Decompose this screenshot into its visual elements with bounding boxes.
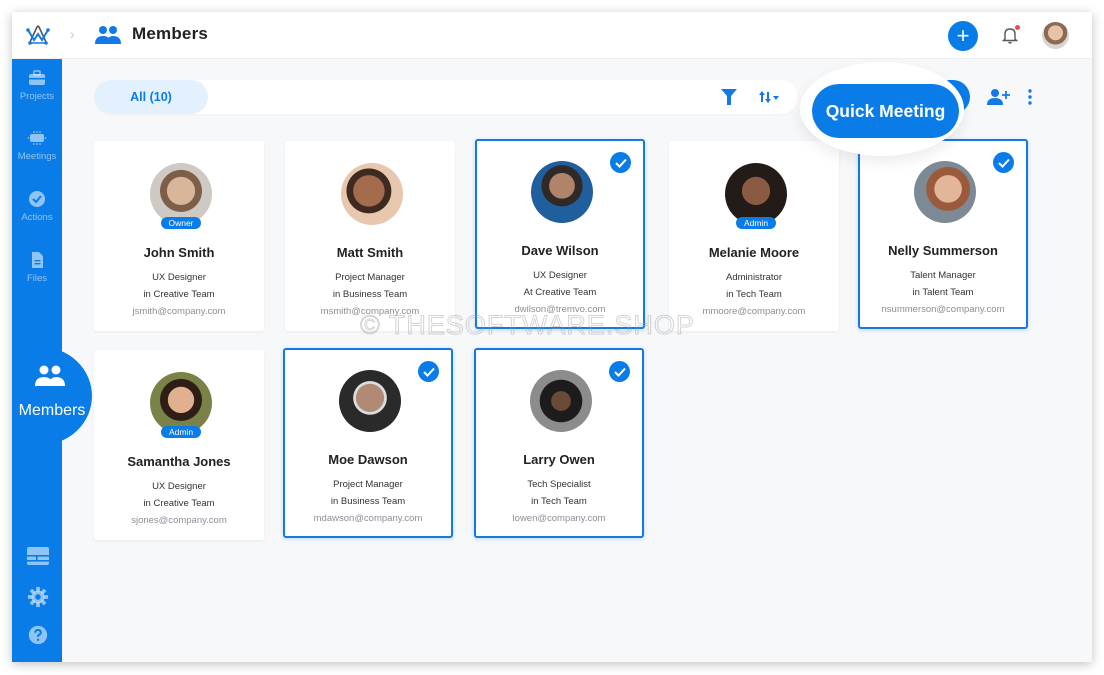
member-card[interactable]: Nelly Summerson Talent Manager in Talent T… (858, 139, 1028, 329)
check-circle-icon (29, 191, 45, 207)
member-card[interactable]: Dave Wilson UX Designer At Creative Team dw… (475, 139, 645, 329)
sidebar-label: Meetings (17, 151, 57, 162)
app-window: › Members + Projects Meetings Actions Fi… (12, 12, 1092, 662)
member-role: UX Designer (152, 481, 206, 492)
role-badge: Owner (161, 217, 201, 229)
member-name: Samantha Jones (127, 454, 231, 469)
sidebar-label: Actions (21, 212, 53, 223)
selected-check-icon[interactable] (418, 361, 439, 382)
dashboard-icon[interactable] (26, 545, 50, 567)
member-role: Talent Manager (910, 270, 976, 281)
member-name: Melanie Moore (708, 245, 800, 260)
role-badge: Admin (736, 217, 776, 229)
sort-icon[interactable] (758, 90, 780, 104)
member-card[interactable]: Matt Smith Project Manager in Business Tea… (285, 141, 455, 331)
member-team: in Tech Team (726, 289, 782, 300)
top-bar: › Members + (12, 12, 1092, 59)
sidebar-item-files[interactable]: Files (12, 251, 62, 284)
member-name: John Smith (143, 245, 215, 260)
member-email: lowen@company.com (512, 513, 606, 524)
sidebar-item-members[interactable]: Members (12, 347, 92, 445)
member-role: Project Manager (333, 479, 403, 490)
sidebar-item-projects[interactable]: Projects (12, 69, 62, 102)
file-icon (32, 252, 43, 268)
member-card[interactable]: Admin Samantha Jones UX Designer in Creativ… (94, 350, 264, 540)
member-team: in Tech Team (531, 496, 587, 507)
member-avatar (914, 161, 976, 223)
app-logo-icon[interactable] (26, 24, 50, 46)
user-avatar[interactable] (1042, 22, 1069, 49)
member-avatar (339, 370, 401, 432)
breadcrumb-separator: › (70, 26, 75, 42)
add-member-icon[interactable] (987, 89, 1011, 105)
member-avatar (530, 370, 592, 432)
member-email: dwilson@tremvo.com (514, 304, 606, 315)
briefcase-icon (29, 70, 45, 85)
meetings-icon (27, 131, 47, 145)
sidebar-label: Projects (19, 91, 55, 102)
member-avatar (531, 161, 593, 223)
member-card[interactable]: Larry Owen Tech Specialist in Tech Team low… (474, 348, 644, 538)
members-icon (35, 365, 65, 386)
sidebar: Projects Meetings Actions Files Members (12, 59, 92, 662)
member-avatar (725, 163, 787, 225)
sidebar-item-actions[interactable]: Actions (12, 190, 62, 223)
plus-icon: + (956, 23, 970, 48)
member-avatar (341, 163, 403, 225)
member-role: Project Manager (335, 272, 405, 283)
member-team: in Business Team (330, 496, 406, 507)
filter-icon[interactable] (721, 89, 737, 105)
add-button[interactable]: + (948, 21, 978, 51)
member-role: Administrator (726, 272, 782, 283)
member-name: Matt Smith (336, 245, 404, 260)
tab-all[interactable]: All (10) (94, 80, 208, 114)
member-card[interactable]: Owner John Smith UX Designer in Creative Te… (94, 141, 264, 331)
sidebar-item-meetings[interactable]: Meetings (12, 129, 62, 162)
member-email: sjones@company.com (131, 515, 227, 526)
member-name: Larry Owen (523, 452, 595, 467)
member-avatar (150, 163, 212, 225)
member-card[interactable]: Moe Dawson Project Manager in Business Tea… (283, 348, 453, 538)
settings-icon[interactable] (26, 586, 50, 608)
member-name: Dave Wilson (521, 243, 599, 258)
member-avatar (150, 372, 212, 434)
selected-check-icon[interactable] (610, 152, 631, 173)
sidebar-label: Members (18, 402, 86, 419)
notification-dot (1015, 25, 1020, 30)
member-team: in Business Team (332, 289, 408, 300)
member-team: in Creative Team (143, 289, 215, 300)
member-email: msmith@company.com (320, 306, 420, 317)
member-card[interactable]: Admin Melanie Moore Administrator in Tech T… (669, 141, 839, 331)
role-badge: Admin (161, 426, 201, 438)
sidebar-label: Files (26, 273, 48, 284)
members-icon (95, 26, 121, 44)
member-email: mmoore@company.com (702, 306, 806, 317)
member-role: Tech Specialist (527, 479, 591, 490)
member-role: UX Designer (533, 270, 587, 281)
selected-check-icon[interactable] (993, 152, 1014, 173)
filter-bar: All (10) (94, 80, 798, 114)
member-team: At Creative Team (523, 287, 597, 298)
selected-check-icon[interactable] (609, 361, 630, 382)
member-email: nsummerson@company.com (881, 304, 1005, 315)
member-name: Moe Dawson (328, 452, 408, 467)
member-role: UX Designer (152, 272, 206, 283)
member-email: jsmith@company.com (132, 306, 226, 317)
member-team: in Creative Team (143, 498, 215, 509)
help-icon[interactable] (26, 624, 50, 646)
page-title: Members (132, 24, 209, 43)
more-options-icon[interactable] (1026, 89, 1034, 105)
quick-meeting-button[interactable]: Quick Meeting (812, 84, 959, 138)
member-team: in Talent Team (912, 287, 974, 298)
member-name: Nelly Summerson (888, 243, 998, 258)
member-email: mdawson@company.com (313, 513, 423, 524)
